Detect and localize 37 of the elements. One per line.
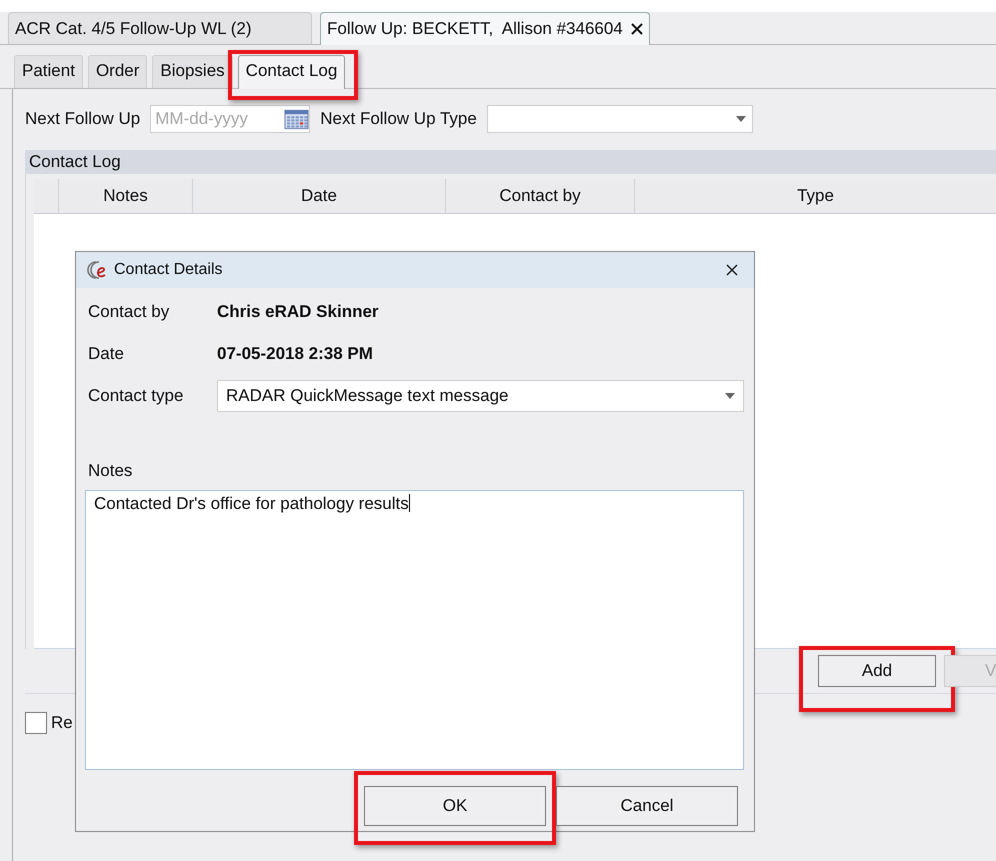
tab[interactable]: Order — [88, 55, 148, 88]
field-label: Notes — [87, 461, 134, 482]
calendar-icon[interactable] — [284, 108, 310, 130]
dialog-button[interactable]: OK — [364, 786, 546, 826]
close-icon[interactable] — [630, 23, 643, 35]
dialog-title: Contact Details — [114, 261, 222, 279]
field-label: Contact type — [87, 386, 184, 406]
tab-label: ACR Cat. 4/5 Follow-Up WL (2) — [15, 18, 252, 38]
field-value: Chris eRAD Skinner — [217, 302, 379, 322]
notes-field[interactable]: Contacted Dr's office for pathology results — [85, 490, 744, 770]
date-field[interactable]: MM-dd-yyyy — [150, 105, 310, 133]
document-tab[interactable]: Follow Up: BECKETT, Allison #346604 — [320, 12, 650, 45]
dialog-button[interactable]: Cancel — [556, 786, 738, 826]
notes-text: Contacted Dr's office for pathology results — [94, 494, 409, 513]
app-logo-icon — [84, 259, 108, 281]
contact-type-dropdown[interactable]: RADAR QuickMessage text message — [217, 380, 744, 412]
action-button[interactable]: Add — [818, 655, 936, 687]
checkbox-label: Re — [51, 713, 73, 733]
date-input[interactable]: MM-dd-yyyy — [151, 109, 284, 129]
column-header[interactable]: Contact by — [446, 179, 635, 213]
column-header[interactable]: Type — [635, 179, 996, 213]
field-label: Next Follow Up Type — [320, 109, 477, 129]
column-header[interactable]: Date — [193, 179, 446, 213]
document-tab[interactable]: ACR Cat. 4/5 Follow-Up WL (2) — [8, 12, 312, 44]
tab[interactable]: Contact Log — [238, 55, 346, 89]
tab[interactable]: Patient — [14, 55, 83, 88]
field-label: Date — [87, 344, 125, 364]
column-header[interactable]: Notes — [59, 179, 193, 213]
section-header: Contact Log — [25, 150, 996, 174]
field-label: Contact by — [87, 302, 170, 322]
close-icon[interactable] — [726, 264, 738, 276]
tab-label: Follow Up: BECKETT, Allison #346604 — [327, 19, 623, 39]
dropdown-arrow-icon — [725, 393, 735, 399]
field-value: 07-05-2018 2:38 PM — [217, 344, 373, 364]
field-label: Next Follow Up — [25, 109, 140, 129]
checkbox[interactable] — [25, 712, 47, 734]
dropdown-arrow-icon — [736, 116, 746, 122]
